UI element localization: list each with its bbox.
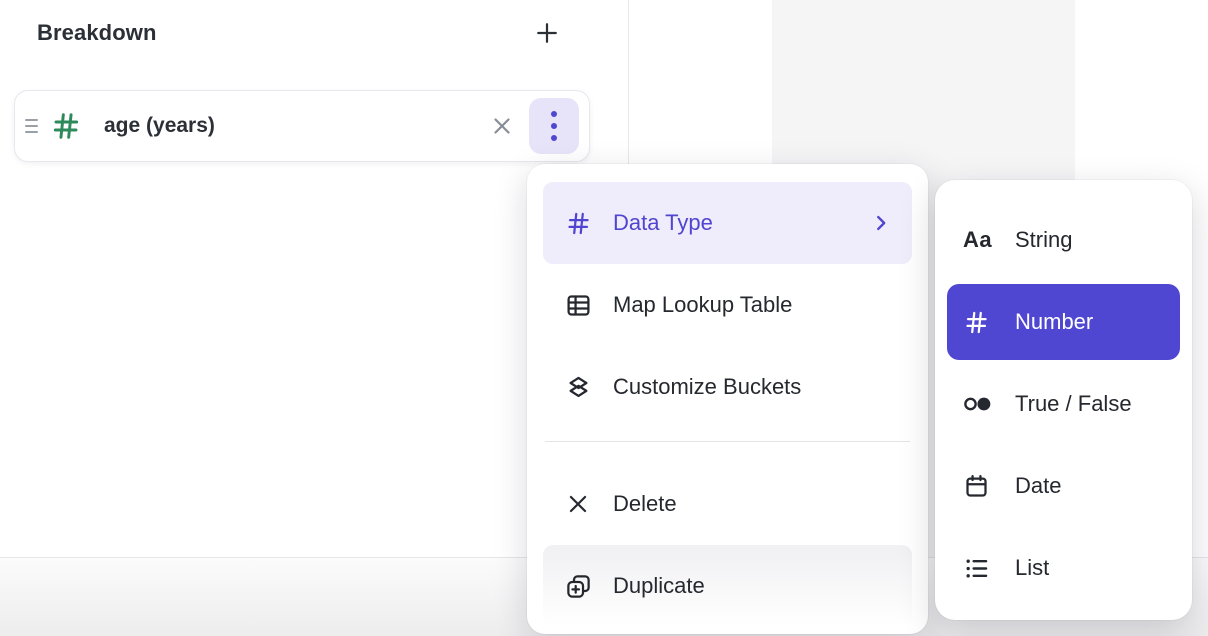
page-root: Breakdown age (years) Data Type	[0, 0, 1208, 636]
number-type-icon	[50, 110, 82, 142]
calendar-icon	[963, 473, 999, 500]
menu-item-label: Customize Buckets	[613, 374, 801, 400]
menu-item-customize-buckets[interactable]: Customize Buckets	[543, 346, 912, 428]
breakdown-field-row[interactable]: age (years)	[14, 90, 590, 162]
chevron-right-icon	[870, 212, 892, 234]
drag-handle[interactable]	[23, 113, 40, 139]
hash-icon	[963, 309, 999, 336]
close-icon	[489, 113, 515, 139]
submenu-item-true-false[interactable]: True / False	[947, 366, 1180, 442]
table-icon	[563, 292, 593, 319]
submenu-item-label: List	[1015, 555, 1049, 581]
true-false-circles-icon	[963, 391, 999, 417]
string-aa-icon: Aa	[963, 227, 999, 253]
submenu-item-list[interactable]: List	[947, 530, 1180, 606]
data-type-submenu: Aa String Number True / False Date	[935, 180, 1192, 620]
kebab-dot	[551, 111, 557, 117]
menu-item-delete[interactable]: Delete	[543, 463, 912, 545]
menu-item-label: Map Lookup Table	[613, 292, 792, 318]
hash-icon	[563, 210, 593, 237]
plus-icon	[533, 19, 561, 47]
kebab-dot	[551, 123, 557, 129]
buckets-stack-icon	[563, 374, 593, 401]
submenu-item-string[interactable]: Aa String	[947, 202, 1180, 278]
submenu-item-label: Date	[1015, 473, 1061, 499]
submenu-item-number[interactable]: Number	[947, 284, 1180, 360]
x-icon	[563, 491, 593, 517]
remove-field-button[interactable]	[485, 109, 519, 143]
menu-item-data-type[interactable]: Data Type	[543, 182, 912, 264]
menu-item-map-lookup-table[interactable]: Map Lookup Table	[543, 264, 912, 346]
list-icon	[963, 555, 999, 582]
menu-item-label: Delete	[613, 491, 677, 517]
submenu-item-date[interactable]: Date	[947, 448, 1180, 524]
field-context-menu: Data Type Map Lookup Table Customize Buc…	[527, 164, 928, 634]
field-options-button[interactable]	[529, 98, 579, 154]
field-name-label: age (years)	[104, 114, 485, 138]
submenu-item-label: Number	[1015, 309, 1093, 335]
menu-item-label: Duplicate	[613, 573, 705, 599]
submenu-item-label: String	[1015, 227, 1072, 253]
menu-item-duplicate[interactable]: Duplicate	[543, 545, 912, 627]
menu-item-label: Data Type	[613, 210, 713, 236]
breakdown-title: Breakdown	[37, 20, 156, 46]
add-breakdown-button[interactable]	[532, 18, 562, 48]
duplicate-icon	[563, 573, 593, 600]
menu-divider	[545, 441, 910, 442]
submenu-item-label: True / False	[1015, 391, 1132, 417]
kebab-dot	[551, 135, 557, 141]
breakdown-header: Breakdown	[37, 16, 562, 50]
